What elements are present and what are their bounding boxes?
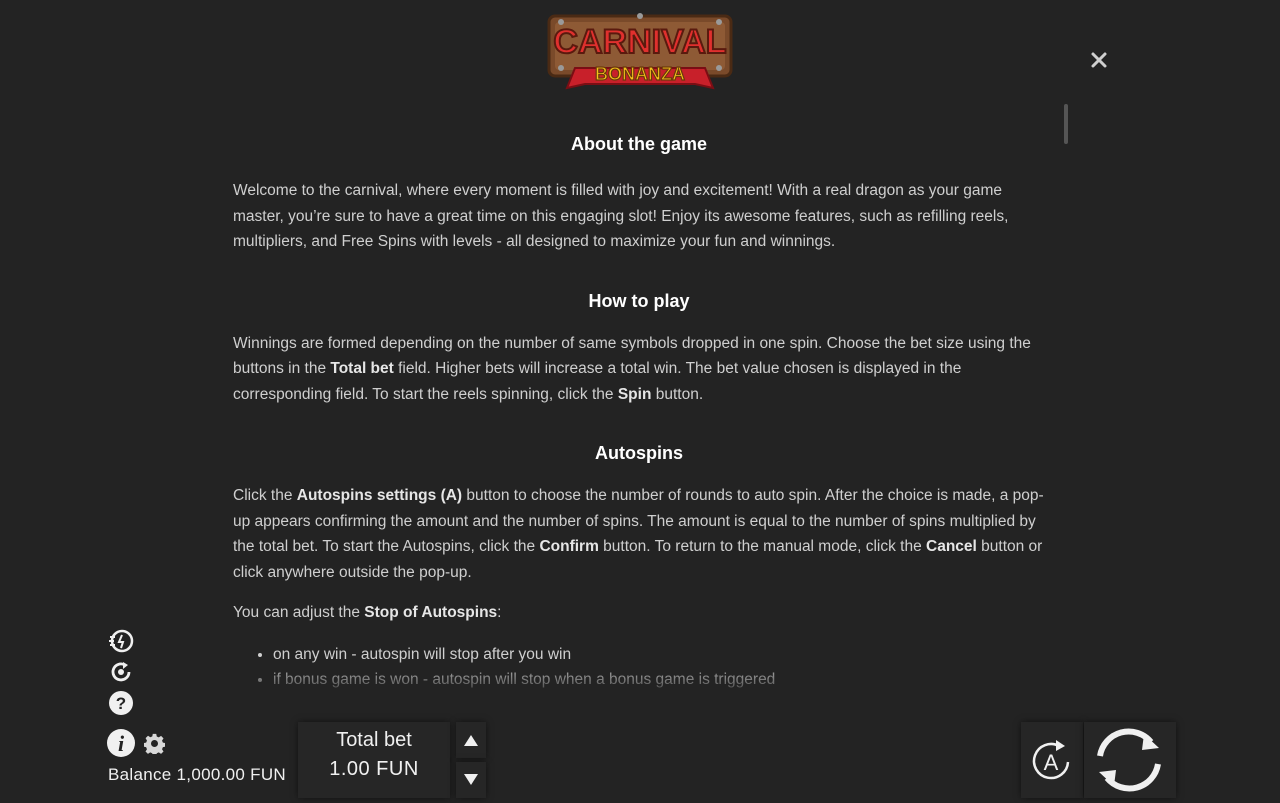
replay-icon[interactable] bbox=[108, 659, 134, 685]
rules-content[interactable]: About the game Welcome to the carnival, … bbox=[233, 128, 1045, 693]
autospins-text: Click the Autospins settings (A) button … bbox=[233, 487, 1044, 581]
info-icon[interactable]: i bbox=[106, 728, 136, 758]
logo-title: CARNIVAL bbox=[553, 23, 726, 61]
section-title-about: About the game bbox=[570, 134, 707, 154]
help-icon[interactable]: ? bbox=[108, 690, 134, 716]
list-item: if bonus game is won - autospin will sto… bbox=[273, 667, 1045, 693]
total-bet-value: 1.00 FUN bbox=[329, 758, 419, 780]
spin-button[interactable] bbox=[1084, 722, 1176, 798]
about-text: Welcome to the carnival, where every mom… bbox=[233, 182, 1009, 250]
stop-autospins-list: on any win - autospin will stop after yo… bbox=[233, 642, 1045, 693]
turbo-icon[interactable] bbox=[108, 628, 134, 654]
arrow-down-icon bbox=[464, 774, 478, 785]
total-bet-field: Total bet 1.00 FUN bbox=[298, 722, 450, 798]
how-to-play-text: Winnings are formed depending on the num… bbox=[233, 334, 1031, 403]
game-logo: CARNIVAL BONANZA bbox=[547, 13, 733, 90]
list-item: on any win - autospin will stop after yo… bbox=[273, 642, 1045, 668]
autospins-settings-button[interactable]: A bbox=[1021, 722, 1083, 798]
total-bet-label: Total bet bbox=[336, 729, 412, 751]
stop-autospins-text: You can adjust the Stop of Autospins: bbox=[233, 604, 502, 621]
section-title-how-to-play: How to play bbox=[588, 290, 690, 311]
bet-increase-button[interactable] bbox=[456, 722, 486, 758]
bet-decrease-button[interactable] bbox=[456, 762, 486, 798]
section-title-autospins: Autospins bbox=[595, 443, 683, 463]
autospin-icon: A bbox=[1032, 740, 1070, 780]
svg-text:i: i bbox=[118, 731, 125, 756]
autospin-label: A bbox=[1044, 750, 1059, 775]
logo-subtitle: BONANZA bbox=[595, 64, 685, 84]
close-icon[interactable] bbox=[1087, 48, 1111, 72]
spin-icon bbox=[1097, 728, 1161, 792]
gear-icon[interactable] bbox=[144, 733, 165, 754]
svg-text:?: ? bbox=[116, 694, 126, 713]
balance-display: Balance 1,000.00 FUN bbox=[108, 765, 286, 784]
arrow-up-icon bbox=[464, 735, 478, 746]
scrollbar-thumb[interactable] bbox=[1064, 104, 1068, 144]
